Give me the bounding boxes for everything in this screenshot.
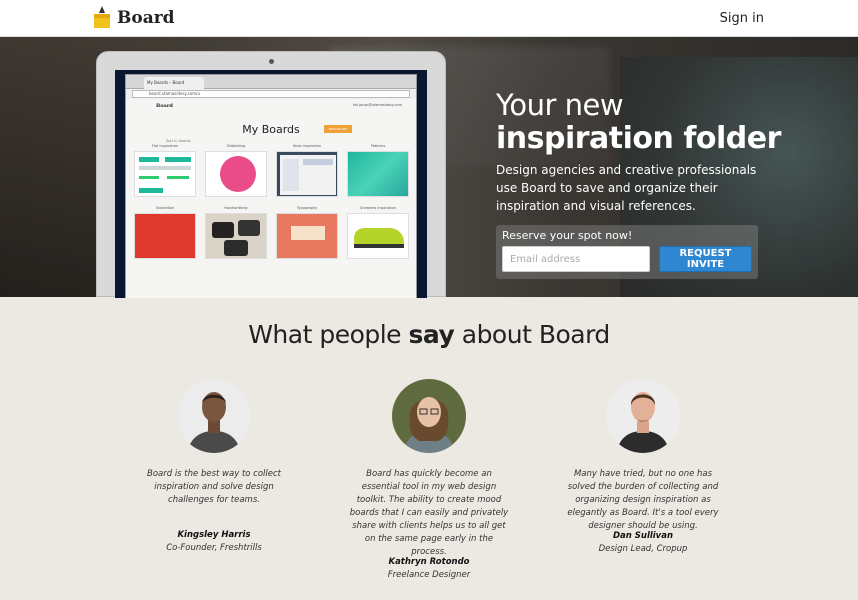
brand-logo[interactable]: Board — [94, 6, 175, 30]
request-invite-button[interactable]: REQUEST INVITE — [659, 246, 752, 272]
preview-tile: Handwrittedy — [205, 206, 267, 259]
tile-image-patterns — [347, 151, 409, 197]
signup-label: Reserve your spot now! — [502, 229, 633, 242]
tile-image-illustration — [134, 213, 196, 259]
tile-image-handwritten — [205, 213, 267, 259]
avatar-kathryn — [392, 379, 466, 453]
sign-in-link[interactable]: Sign in — [720, 11, 764, 26]
browser-tabbar: My Boards – Board — [126, 75, 416, 89]
testimonials-heading: What people say about Board — [0, 320, 858, 349]
laptop-screen: My Boards – Board board.stamasidesy.com/… — [115, 70, 427, 298]
tile-label: Flat inspiration — [151, 144, 179, 148]
laptop-mockup: My Boards – Board board.stamasidesy.com/… — [96, 51, 446, 298]
testimonial-name: Kingsley Harris — [177, 530, 251, 540]
tile-label: Sneakers inspiration — [360, 206, 396, 210]
avatar-kingsley — [177, 379, 251, 453]
preview-tile: Illustration — [134, 206, 196, 259]
heading-pre: What people — [248, 320, 409, 349]
pencil-icon — [94, 6, 110, 30]
preview-new-board-button: NEW BOARD — [324, 125, 352, 133]
tile-image-typography — [276, 213, 338, 259]
tile-image-flat — [134, 151, 196, 197]
avatar-dan — [606, 379, 680, 453]
tile-label: Patterns — [370, 144, 386, 148]
hero-title-line1: Your new — [496, 88, 624, 122]
testimonial-quote: Board is the best way to collect inspira… — [146, 469, 282, 505]
tile-image-sneakers — [347, 213, 409, 259]
tile-label: Typography — [296, 206, 318, 210]
preview-tile: Sneakers inspiration — [347, 206, 409, 259]
preview-page-title: My Boards — [242, 123, 300, 136]
tile-image-xbox — [276, 151, 338, 197]
testimonial-role: Co-Founder, Freshtrills — [166, 543, 262, 553]
testimonial-name: Dan Sullivan — [612, 531, 674, 541]
signup-box: Reserve your spot now! REQUEST INVITE — [496, 225, 758, 279]
tile-label: Illustration — [155, 206, 175, 210]
heading-post: about Board — [454, 320, 611, 349]
preview-tile: Xbox inspiration — [276, 144, 338, 197]
testimonial-quote: Many have tried, but no one has solved t… — [567, 469, 719, 531]
browser-window: My Boards – Board board.stamasidesy.com/… — [125, 74, 417, 298]
tile-label: Xbox inspiration — [292, 144, 322, 148]
preview-sort-label: Sort in boards — [166, 139, 191, 143]
preview-user: fat.jacob@stamasidesy.com — [353, 103, 402, 107]
browser-tab: My Boards – Board — [144, 77, 204, 89]
brand-name: Board — [117, 8, 175, 28]
hero-title-line2: inspiration folder — [496, 121, 781, 156]
email-input[interactable] — [502, 246, 650, 272]
preview-tile: Typography — [276, 206, 338, 259]
preview-tile: Dribbbling — [205, 144, 267, 197]
tile-image-dribbble — [205, 151, 267, 197]
heading-bold: say — [408, 320, 455, 349]
preview-tile: Patterns — [347, 144, 409, 197]
testimonial-role: Design Lead, Cropup — [598, 544, 688, 554]
tile-label: Handwrittedy — [224, 206, 248, 210]
hero-description: Design agencies and creative professiona… — [496, 163, 757, 213]
preview-brand: Board — [156, 103, 173, 109]
preview-page: Board fat.jacob@stamasidesy.com My Board… — [126, 99, 416, 298]
testimonial-role: Freelance Designer — [387, 570, 471, 580]
preview-tile: Flat inspiration — [134, 144, 196, 197]
browser-url: board.stamasidesy.com/u — [132, 90, 410, 98]
testimonial-quote: Board has quickly become an essential to… — [349, 469, 509, 557]
tile-label: Dribbbling — [226, 144, 246, 148]
testimonial-name: Kathryn Rotondo — [388, 557, 470, 567]
camera-dot — [269, 59, 274, 64]
top-bar: Board Sign in — [0, 0, 858, 37]
